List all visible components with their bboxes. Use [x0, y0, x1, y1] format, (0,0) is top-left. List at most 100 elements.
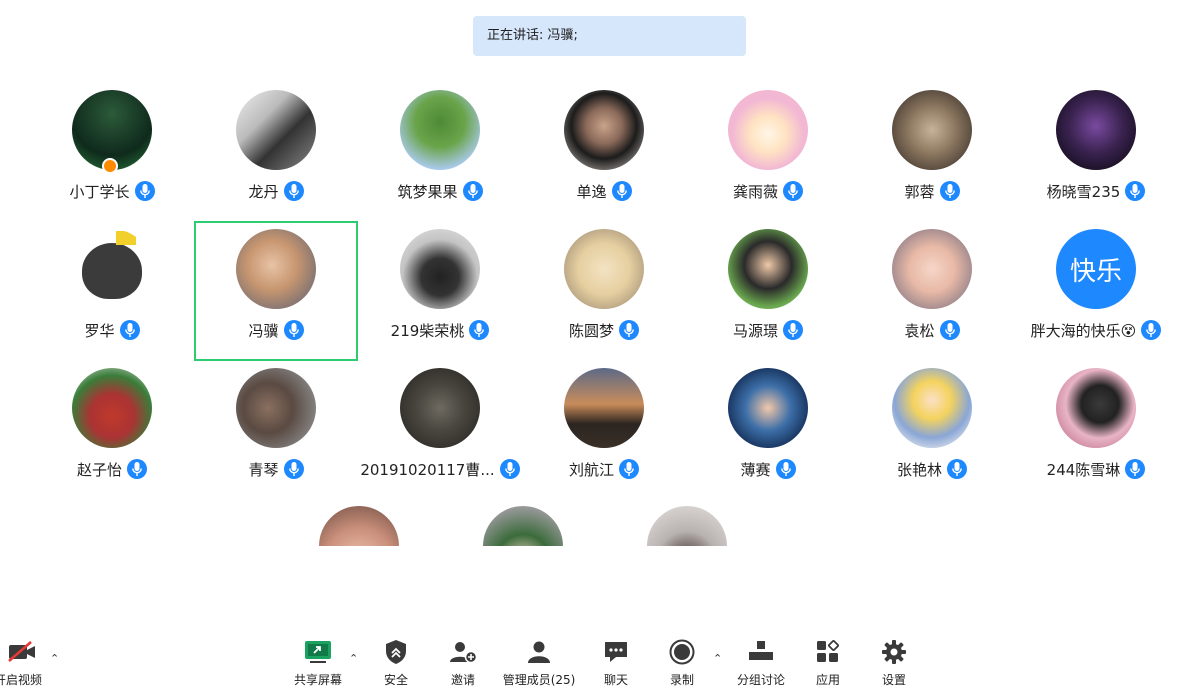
record-options-chevron-icon[interactable]: ⌃ [713, 652, 722, 665]
share-screen-button[interactable]: 共享屏幕 [290, 638, 346, 688]
mic-icon[interactable] [1141, 320, 1162, 340]
participant-tile[interactable]: 张艳林 [850, 360, 1014, 500]
participants-icon [526, 638, 552, 666]
breakout-rooms-button[interactable]: 分组讨论 [736, 638, 786, 688]
mic-icon[interactable] [939, 320, 960, 340]
participant-tile[interactable]: 刘航江 [522, 360, 686, 500]
avatar [72, 229, 152, 309]
participant-tile-partial[interactable] [319, 506, 399, 546]
mic-icon[interactable] [939, 181, 960, 201]
participant-tile-partial[interactable] [483, 506, 563, 546]
apps-icon [815, 638, 841, 666]
mic-icon[interactable] [1125, 181, 1146, 201]
participant-tile[interactable]: 袁松 [850, 221, 1014, 361]
mic-icon[interactable] [283, 320, 304, 340]
avatar [564, 229, 644, 309]
participant-name: 小丁学长 [69, 182, 130, 201]
avatar [72, 368, 152, 448]
mic-icon[interactable] [283, 459, 304, 479]
avatar [564, 90, 644, 170]
settings-button[interactable]: 设置 [878, 638, 910, 688]
participant-tile[interactable]: 龙丹 [194, 82, 358, 222]
record-button[interactable]: 录制 [666, 638, 698, 688]
participant-name: 罗华 [84, 321, 115, 340]
mic-icon[interactable] [127, 459, 147, 479]
participant-tile[interactable]: 龚雨薇 [686, 82, 850, 222]
gear-icon [881, 638, 907, 666]
mic-icon[interactable] [611, 181, 632, 201]
participant-tile[interactable]: 单逸 [522, 82, 686, 222]
participant-name: 张艳林 [896, 460, 942, 479]
participant-name: 胖大海的快乐😵 [1030, 321, 1137, 340]
apps-button[interactable]: 应用 [812, 638, 844, 688]
participant-tile[interactable]: 219柴荣桃 [358, 221, 522, 361]
invite-label: 邀请 [450, 673, 475, 687]
participant-name: 袁松 [904, 321, 935, 340]
participant-name: 筑梦果果 [397, 182, 458, 201]
host-icon [102, 158, 118, 174]
chat-button[interactable]: 聊天 [600, 638, 632, 688]
record-label: 录制 [669, 673, 694, 687]
mic-icon[interactable] [619, 320, 639, 340]
participant-tile[interactable]: 赵子怡 [30, 360, 194, 500]
participant-tile[interactable]: 马源璟 [686, 221, 850, 361]
avatar [1056, 90, 1136, 170]
participant-tile[interactable]: 20191020117曹... [358, 360, 522, 500]
settings-label: 设置 [881, 673, 906, 687]
share-options-chevron-icon[interactable]: ⌃ [349, 652, 358, 665]
avatar [483, 506, 563, 546]
participant-tile[interactable]: 陈圆梦 [522, 221, 686, 361]
participant-tile[interactable]: 244陈雪琳 [1014, 360, 1178, 500]
video-options-chevron-icon[interactable]: ⌃ [50, 652, 59, 665]
mic-icon[interactable] [134, 181, 155, 201]
participant-name: 马源璟 [732, 321, 778, 340]
shield-icon [385, 638, 407, 666]
mic-icon[interactable] [783, 181, 803, 201]
share-screen-label: 共享屏幕 [293, 673, 342, 687]
participant-tile[interactable]: 筑梦果果 [358, 82, 522, 222]
mic-icon[interactable] [619, 459, 639, 479]
avatar [236, 90, 316, 170]
participant-tile[interactable]: 青琴 [194, 360, 358, 500]
participant-tile[interactable]: 薄赛 [686, 360, 850, 500]
avatar [892, 229, 972, 309]
meeting-toolbar: 开启视频 ⌃ 共享屏幕 ⌃ 安全 [0, 630, 1201, 688]
mic-icon[interactable] [462, 181, 483, 201]
add-user-icon [449, 638, 477, 666]
avatar [236, 229, 316, 309]
avatar [400, 368, 480, 448]
mic-icon[interactable] [283, 181, 304, 201]
mic-icon[interactable] [947, 459, 967, 479]
video-label: 开启视频 [0, 673, 42, 687]
participant-name: 赵子怡 [76, 460, 122, 479]
avatar [564, 368, 644, 448]
mic-icon[interactable] [469, 320, 490, 340]
breakout-rooms-icon [748, 638, 774, 666]
participant-name: 刘航江 [568, 460, 614, 479]
participant-tile[interactable]: 罗华 [30, 221, 194, 361]
participant-tile[interactable]: 小丁学长 [30, 82, 194, 222]
participant-tile-active-speaker[interactable]: 冯骥 [194, 221, 358, 361]
avatar [236, 368, 316, 448]
participant-tile-partial[interactable] [647, 506, 727, 546]
mic-icon[interactable] [499, 459, 520, 479]
mic-icon[interactable] [1125, 459, 1146, 479]
manage-members-button[interactable]: 管理成员(25) [503, 638, 575, 688]
participant-tile[interactable]: 郭蓉 [850, 82, 1014, 222]
video-toggle-button[interactable]: 开启视频 [0, 638, 44, 688]
mic-icon[interactable] [783, 320, 803, 340]
participant-name: 陈圆梦 [568, 321, 614, 340]
participant-name: 青琴 [248, 460, 279, 479]
security-label: 安全 [383, 673, 408, 687]
mic-icon[interactable] [775, 459, 796, 479]
participant-name: 龙丹 [248, 182, 279, 201]
participant-name: 20191020117曹... [360, 460, 495, 479]
security-button[interactable]: 安全 [380, 638, 412, 688]
participant-tile[interactable]: 快乐 胖大海的快乐😵 [1014, 221, 1194, 361]
invite-button[interactable]: 邀请 [447, 638, 479, 688]
mic-icon[interactable] [119, 320, 140, 340]
participant-name: 219柴荣桃 [390, 321, 465, 340]
share-screen-icon [304, 638, 332, 666]
participant-tile[interactable]: 杨晓雪235 [1014, 82, 1178, 222]
participant-name: 郭蓉 [904, 182, 935, 201]
